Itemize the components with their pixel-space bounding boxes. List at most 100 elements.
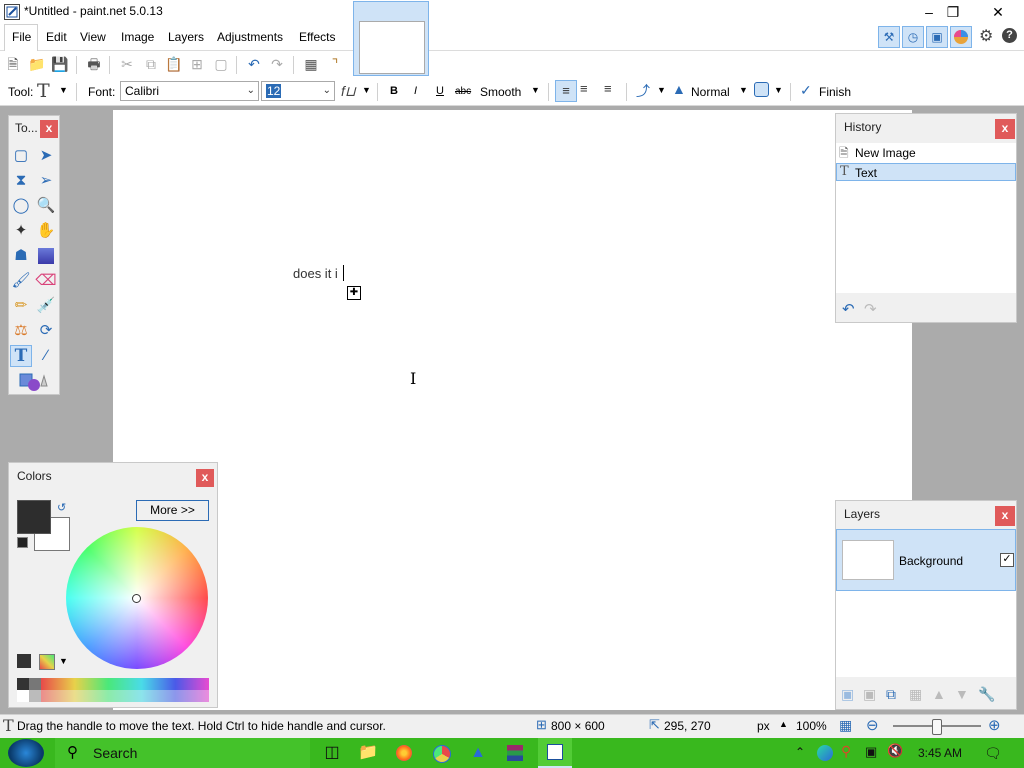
deselect-icon[interactable]: ▢ — [212, 55, 230, 73]
cut-icon[interactable]: ✂ — [118, 55, 136, 73]
delete-layer-icon[interactable]: ▣ — [863, 686, 876, 703]
pencil-tool-icon[interactable]: ✏ — [10, 295, 32, 317]
palette-menu-icon[interactable] — [39, 654, 55, 670]
underline-button[interactable]: U — [436, 85, 444, 97]
maximize-button[interactable]: ❐ — [930, 0, 976, 24]
blend-mode-icon[interactable]: ▲ — [672, 81, 686, 97]
strikethrough-button[interactable]: abc — [455, 86, 471, 97]
reset-colors-icon[interactable] — [17, 537, 28, 548]
line-curve-tool-icon[interactable]: ∕ — [35, 345, 57, 367]
swap-colors-icon[interactable]: ↺ — [57, 501, 66, 514]
history-panel-close-button[interactable]: x — [995, 119, 1015, 139]
merge-layer-icon[interactable]: ▦ — [909, 686, 922, 703]
chevron-down-icon[interactable]: ▼ — [739, 85, 748, 95]
more-colors-button[interactable]: More >> — [136, 500, 209, 521]
align-left-button[interactable]: ≡ — [555, 80, 577, 102]
selection-clipping-icon[interactable] — [754, 82, 769, 97]
save-icon[interactable]: 💾 — [51, 55, 69, 73]
layer-visibility-checkbox[interactable]: ✓ — [1000, 553, 1014, 567]
eraser-tool-icon[interactable]: ⌫ — [35, 270, 57, 292]
notifications-icon[interactable]: 🗨 — [984, 745, 1002, 762]
menu-edit[interactable]: Edit — [46, 30, 67, 44]
menu-file[interactable]: File — [12, 30, 31, 44]
color-wheel[interactable] — [66, 527, 208, 669]
layers-window-icon[interactable]: ▣ — [926, 26, 948, 48]
chevron-down-icon[interactable]: ▼ — [531, 85, 540, 95]
image-canvas[interactable]: does it i ✚ I — [113, 110, 912, 710]
grid-icon[interactable]: ▦ — [302, 55, 320, 73]
zoom-level-value[interactable]: 100% — [796, 719, 827, 733]
color-palette-strip[interactable] — [17, 678, 209, 702]
zoom-tool-icon[interactable]: 🔍 — [35, 195, 57, 217]
zoom-slider-thumb[interactable] — [932, 719, 942, 735]
menu-view[interactable]: View — [80, 30, 106, 44]
align-center-button[interactable]: ≡ — [580, 81, 588, 96]
italic-button[interactable]: I — [414, 85, 417, 97]
color-picker-tool-icon[interactable]: 💉 — [35, 295, 57, 317]
paste-icon[interactable]: 📋 — [165, 55, 183, 73]
duplicate-layer-icon[interactable]: ⧉ — [886, 686, 896, 703]
bold-button[interactable]: B — [390, 85, 398, 97]
paint-bucket-tool-icon[interactable]: ☗ — [10, 245, 32, 267]
winrar-icon[interactable] — [504, 742, 528, 764]
paintbrush-tool-icon[interactable]: 🖌 — [10, 270, 32, 292]
finish-button[interactable]: Finish — [819, 85, 851, 99]
chevron-down-icon[interactable]: ▼ — [362, 85, 371, 95]
antialias-curve-icon[interactable]: ⤴ — [636, 81, 650, 101]
chevron-down-icon[interactable]: ▼ — [657, 85, 666, 95]
lasso-select-tool-icon[interactable]: ⧗ — [10, 170, 32, 192]
magic-wand-tool-icon[interactable]: ✦ — [10, 220, 32, 242]
menu-image[interactable]: Image — [121, 30, 154, 44]
search-box[interactable]: ⚲ Search — [55, 738, 310, 768]
file-explorer-icon[interactable]: 📁 — [356, 742, 380, 764]
clone-stamp-tool-icon[interactable]: ⚖ — [10, 320, 32, 342]
edge-icon[interactable] — [817, 745, 833, 761]
font-select[interactable]: Calibri ⌄ — [120, 81, 259, 101]
image-thumbnail-tab[interactable] — [353, 1, 429, 76]
colors-panel-close-button[interactable]: x — [196, 469, 214, 487]
app-icon-blue[interactable]: ▲ — [466, 742, 490, 764]
font-size-select[interactable]: 12 ⌄ — [261, 81, 335, 101]
start-button[interactable] — [8, 739, 44, 767]
chevron-up-icon[interactable]: ⌃ — [795, 745, 805, 759]
layer-properties-wrench-icon[interactable]: 🔧 — [978, 686, 995, 703]
chevron-down-icon[interactable]: ▼ — [59, 656, 68, 666]
list-item[interactable]: T Text — [836, 163, 1016, 181]
firefox-icon[interactable] — [393, 742, 417, 764]
undo-icon[interactable]: ↶ — [842, 300, 855, 318]
crop-icon[interactable]: ⊞ — [188, 55, 206, 73]
paintnet-taskbar-button[interactable] — [538, 738, 572, 768]
antialiasing-select[interactable]: Smooth — [480, 85, 521, 99]
undo-icon[interactable]: ↶ — [245, 55, 263, 73]
primary-color-swatch[interactable] — [17, 500, 51, 534]
menu-layers[interactable]: Layers — [168, 30, 204, 44]
ruler-icon[interactable]: ⌝ — [326, 55, 344, 73]
move-selected-tool-icon[interactable]: ➤ — [35, 145, 57, 167]
layer-row[interactable]: Background ✓ — [836, 529, 1016, 591]
volume-muted-icon[interactable]: 🔇 — [887, 743, 903, 759]
pan-tool-icon[interactable]: ✋ — [35, 220, 57, 242]
move-selection-tool-icon[interactable]: ➢ — [35, 170, 57, 192]
chevron-down-icon[interactable]: ▼ — [59, 85, 68, 95]
chrome-icon[interactable] — [430, 742, 454, 764]
copy-icon[interactable]: ⧉ — [142, 55, 160, 73]
rectangle-select-tool-icon[interactable]: ▢ — [10, 145, 32, 167]
text-tool-icon[interactable]: T — [37, 80, 50, 102]
redo-icon[interactable]: ↷ — [864, 300, 877, 318]
checkmark-icon[interactable]: ✓ — [800, 82, 812, 99]
ellipse-select-tool-icon[interactable]: ◯ — [10, 195, 32, 217]
move-layer-down-icon[interactable]: ▼ — [955, 686, 969, 702]
font-family-options-icon[interactable]: f⊔ — [341, 83, 356, 100]
zoom-in-icon[interactable]: ⊕ — [988, 716, 1001, 734]
settings-gear-icon[interactable]: ⚙ — [979, 26, 993, 46]
menu-effects[interactable]: Effects — [299, 30, 335, 44]
zoom-slider[interactable] — [893, 719, 981, 735]
text-tool-icon[interactable]: T — [10, 345, 32, 367]
move-handle-icon[interactable]: ✚ — [347, 286, 361, 300]
help-icon[interactable]: ? — [1002, 28, 1017, 43]
menu-adjustments[interactable]: Adjustments — [217, 30, 283, 44]
network-icon[interactable]: ▣ — [865, 744, 877, 760]
canvas-text[interactable]: does it i — [293, 266, 338, 281]
clock-time[interactable]: 3:45 AM — [918, 746, 962, 760]
chevron-up-icon[interactable]: ▲ — [779, 719, 788, 729]
